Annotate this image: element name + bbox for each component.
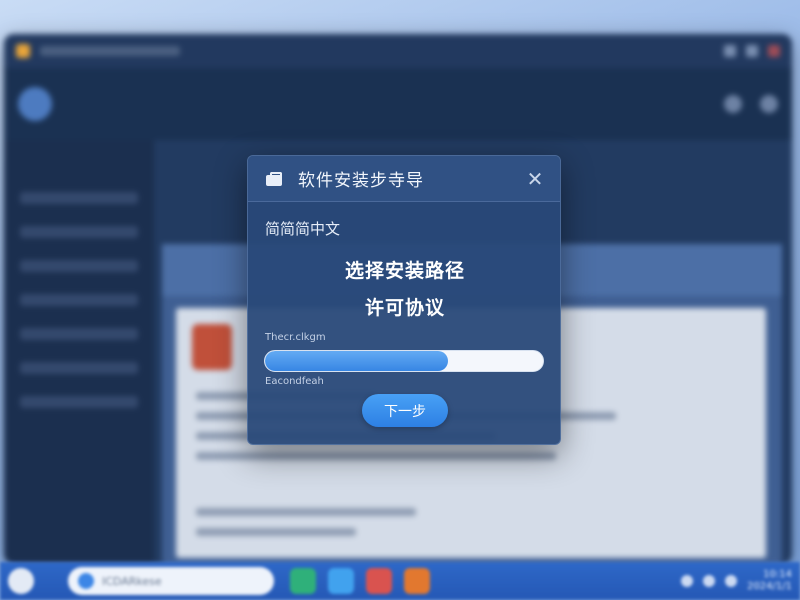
taskbar-search-box[interactable]: ICDARkese <box>68 567 274 595</box>
start-button[interactable] <box>8 568 34 594</box>
clock-date: 2024/1/1 <box>747 581 792 592</box>
background-sidebar-row <box>20 362 138 374</box>
dialog-header: 软件安装步寺导 ✕ <box>248 156 560 202</box>
taskbar-search-text: ICDARkese <box>102 574 162 588</box>
background-text-line <box>196 452 556 460</box>
background-sidebar-row <box>20 328 138 340</box>
background-sidebar-row <box>20 226 138 238</box>
dialog-title: 软件安装步寺导 <box>298 171 424 191</box>
battery-icon[interactable] <box>725 575 738 587</box>
installer-icon <box>266 171 282 186</box>
background-window-controls <box>724 45 780 57</box>
chat-app-icon[interactable] <box>328 568 354 594</box>
taskbar-apps <box>290 568 430 594</box>
search-icon <box>78 573 94 589</box>
clock-time: 10:14 <box>763 569 792 580</box>
progress-caption-bottom: Eacondfeah <box>265 376 324 387</box>
browser-app-icon[interactable] <box>290 568 316 594</box>
moon-icon <box>724 95 742 113</box>
background-title-placeholder <box>40 46 180 56</box>
taskbar-clock[interactable]: 10:14 2024/1/1 <box>747 569 792 593</box>
media-app-icon[interactable] <box>366 568 392 594</box>
step-title-install-path: 选择安装路径 <box>344 260 465 282</box>
background-app-thumbnail <box>192 324 232 370</box>
network-icon[interactable] <box>681 575 694 587</box>
maximize-icon <box>746 45 758 57</box>
minimize-icon <box>724 45 736 57</box>
background-sidebar-row <box>20 260 138 272</box>
background-sidebar-row <box>20 396 138 408</box>
background-logo-icon <box>16 44 30 58</box>
background-titlebar <box>4 34 792 68</box>
install-progress-bar <box>264 350 544 372</box>
background-header <box>4 68 792 140</box>
system-tray: 10:14 2024/1/1 <box>681 569 792 593</box>
window-close-icon <box>768 45 780 57</box>
background-sidebar-row <box>20 294 138 306</box>
close-icon[interactable]: ✕ <box>524 167 546 191</box>
background-text-line <box>196 508 416 516</box>
step-title-license: 许可协议 <box>364 297 445 319</box>
taskbar: ICDARkese 10:14 2024/1/1 <box>0 562 800 600</box>
progress-caption-top: Thecr.clkgm <box>265 332 326 343</box>
background-text-line <box>196 528 356 536</box>
background-sidebar-row <box>20 192 138 204</box>
installer-dialog: 软件安装步寺导 ✕ 简简简中文 选择安装路径 许可协议 Thecr.clkgm … <box>247 155 561 445</box>
background-header-icons <box>724 95 778 113</box>
volume-icon[interactable] <box>703 575 716 587</box>
avatar-icon <box>760 95 778 113</box>
background-sidebar <box>4 140 154 564</box>
progress-fill <box>265 351 449 371</box>
store-app-icon[interactable] <box>404 568 430 594</box>
next-button[interactable]: 下一步 <box>362 394 448 427</box>
background-app-icon <box>18 87 52 121</box>
language-label: 简简简中文 <box>265 220 341 238</box>
